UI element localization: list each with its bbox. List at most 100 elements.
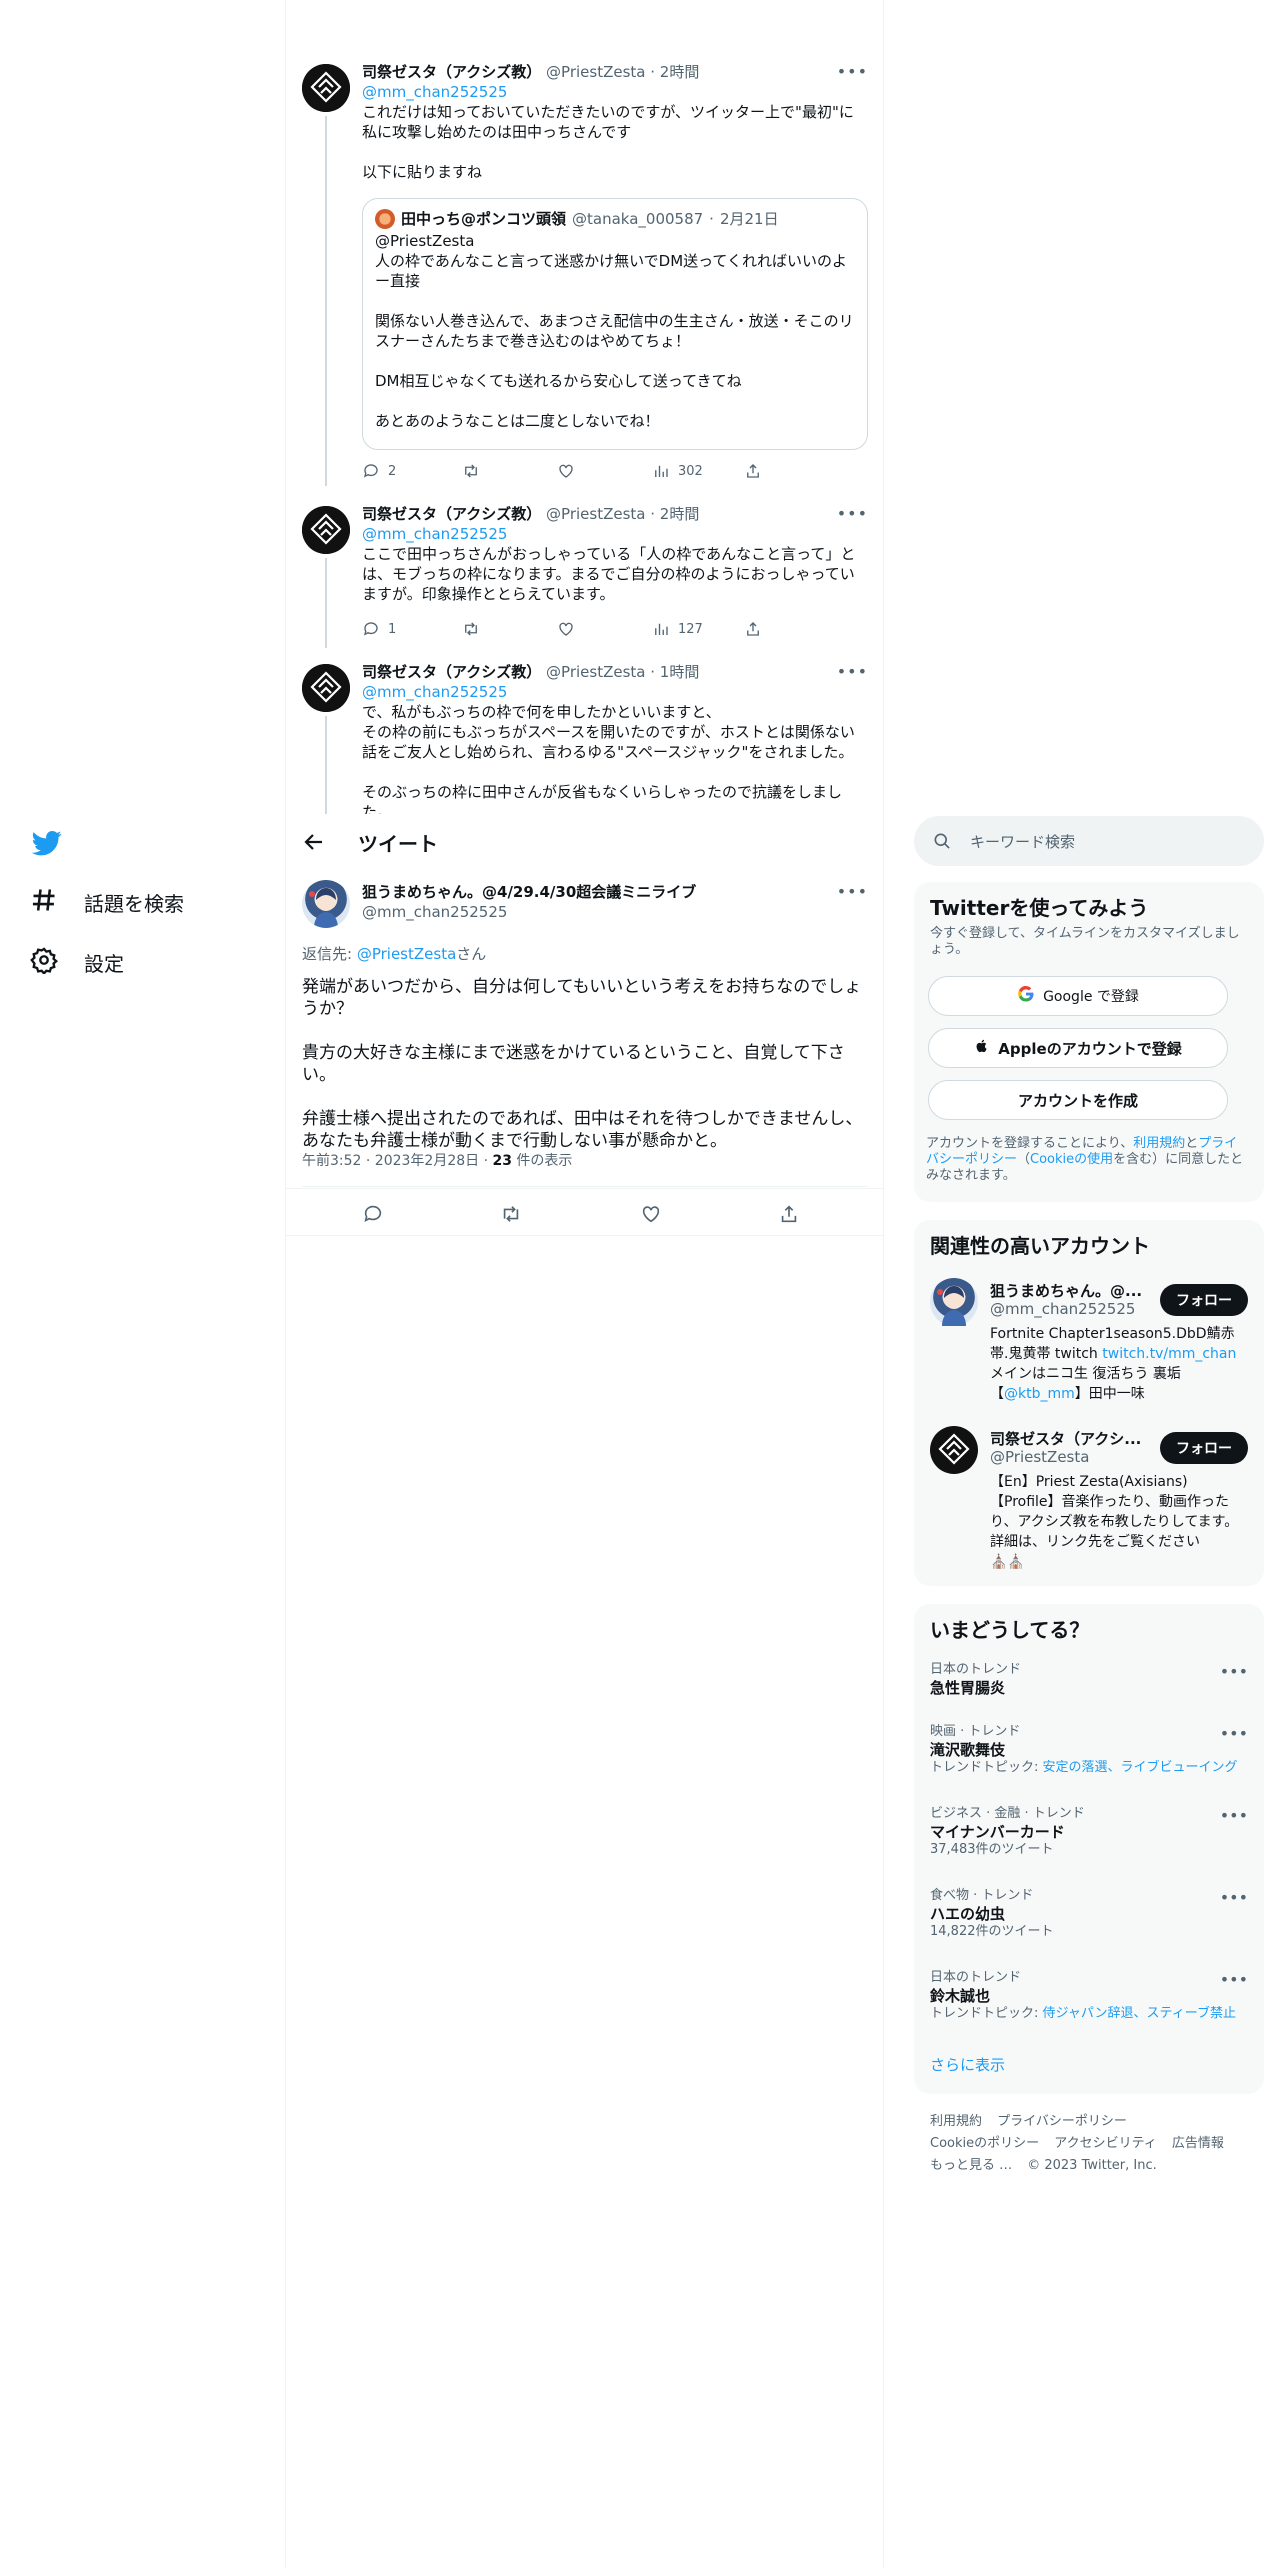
footer-privacy[interactable]: プライバシーポリシー: [997, 2114, 1127, 2129]
trend-name: 滝沢歌舞伎: [930, 1741, 1006, 1759]
more-icon[interactable]: •••: [1220, 1970, 1248, 1989]
reply-to-handle[interactable]: @mm_chan252525: [362, 82, 868, 102]
terms-link[interactable]: 利用規約: [1133, 1136, 1185, 1151]
tweet-time[interactable]: 2時間: [660, 505, 700, 523]
trend-name: マイナンバーカード: [930, 1823, 1065, 1841]
author-handle[interactable]: @PriestZesta: [546, 63, 645, 81]
footer-more[interactable]: もっと見る …: [930, 2158, 1012, 2173]
cookie-link[interactable]: Cookieの使用: [1030, 1152, 1113, 1167]
avatar[interactable]: [930, 1426, 978, 1474]
author-name[interactable]: 司祭ゼスタ（アクシズ教）: [362, 63, 541, 81]
focus-tweet: 狙うまめちゃん。@4/29.4/30超会議ミニライブ @mm_chan25252…: [286, 876, 883, 1236]
more-icon[interactable]: •••: [1220, 1806, 1248, 1825]
footer-cookie[interactable]: Cookieのポリシー: [930, 2136, 1039, 2151]
author-name[interactable]: 狙うまめちゃん。@4/29.4/30超会議ミニライブ: [362, 883, 696, 901]
retweet-icon: [465, 464, 477, 478]
reply-to-handle[interactable]: @mm_chan252525: [362, 524, 868, 544]
account-handle[interactable]: @PriestZesta: [990, 1448, 1089, 1466]
separator: ·: [645, 505, 660, 523]
retweet-icon[interactable]: [500, 1203, 522, 1225]
back-arrow-icon[interactable]: [302, 830, 326, 854]
nav-settings[interactable]: 設定: [30, 946, 124, 979]
footer-accessibility[interactable]: アクセシビリティ: [1054, 2136, 1157, 2151]
views-count: 302: [678, 463, 703, 479]
follow-button[interactable]: フォロー: [1160, 1432, 1248, 1464]
views-button[interactable]: 127: [652, 620, 703, 638]
trend-name: 鈴木誠也: [930, 1987, 991, 2005]
trend-count: 14,822件のツイート: [930, 1924, 1054, 1939]
avatar[interactable]: [302, 664, 350, 712]
bio-link[interactable]: twitch.tv/mm_chan: [1102, 1346, 1236, 1362]
tweet-time[interactable]: 1時間: [660, 663, 700, 681]
like-button[interactable]: [557, 462, 575, 480]
apple-signup-button[interactable]: Appleのアカウントで登録: [928, 1028, 1228, 1068]
share-icon[interactable]: [778, 1203, 800, 1225]
views-button[interactable]: 302: [652, 462, 703, 480]
relevant-accounts-card: 関連性の高いアカウント 狙うまめちゃん。@... @mm_chan252525 …: [914, 1220, 1264, 1586]
footer-ads[interactable]: 広告情報: [1172, 2136, 1224, 2151]
like-button[interactable]: [557, 620, 575, 638]
focus-tweet-actions: [286, 1188, 883, 1236]
trend-item[interactable]: 日本のトレンド 急性胃腸炎 •••: [930, 1662, 1248, 1698]
more-icon[interactable]: •••: [1220, 1724, 1248, 1743]
more-icon[interactable]: •••: [837, 62, 868, 81]
share-button[interactable]: [744, 620, 762, 638]
twitter-logo-icon[interactable]: [31, 828, 62, 858]
trend-item[interactable]: ビジネス · 金融 · トレンド マイナンバーカード 37,483件のツイート …: [930, 1806, 1248, 1858]
google-signup-button[interactable]: Google で登録: [928, 976, 1228, 1016]
reply-button[interactable]: 1: [362, 620, 396, 638]
more-icon[interactable]: •••: [837, 882, 868, 901]
avatar[interactable]: [930, 1278, 978, 1326]
trend-item[interactable]: 食べ物 · トレンド ハエの幼虫 14,822件のツイート •••: [930, 1888, 1248, 1940]
tweet-time[interactable]: 2時間: [660, 63, 700, 81]
more-icon[interactable]: •••: [1220, 1888, 1248, 1907]
heart-icon[interactable]: [640, 1203, 662, 1225]
reply-button[interactable]: 2: [362, 462, 396, 480]
avatar[interactable]: [302, 64, 350, 112]
author-handle[interactable]: @mm_chan252525: [362, 902, 868, 922]
reply-count: 2: [388, 463, 397, 479]
thread-tweet[interactable]: 司祭ゼスタ（アクシズ教） @PriestZesta · 2時間 @mm_chan…: [286, 60, 883, 490]
bio-text: 【En】Priest Zesta(Axisians) 【Profile】音楽作っ…: [990, 1474, 1239, 1550]
thread-connector: [325, 716, 327, 814]
reply-to-handle[interactable]: @PriestZesta: [357, 945, 456, 963]
trend-topics-prefix: トレンドトピック:: [930, 2006, 1043, 2021]
author-handle[interactable]: @PriestZesta: [546, 505, 645, 523]
tweet-timestamp[interactable]: 午前3:52 · 2023年2月28日 ·: [302, 1153, 493, 1169]
avatar[interactable]: [302, 506, 350, 554]
tweet-header: 司祭ゼスタ（アクシズ教） @PriestZesta · 1時間: [362, 662, 868, 682]
create-account-button[interactable]: アカウントを作成: [928, 1080, 1228, 1120]
show-more-link[interactable]: さらに表示: [930, 2054, 1005, 2075]
author-handle[interactable]: @PriestZesta: [546, 663, 645, 681]
signup-desc: 今すぐ登録して、タイムラインをカスタマイズしましょう。: [930, 926, 1240, 957]
avatar[interactable]: [302, 880, 350, 928]
thread-tweet[interactable]: 司祭ゼスタ（アクシズ教） @PriestZesta · 1時間 @mm_chan…: [286, 660, 883, 814]
account-name[interactable]: 狙うまめちゃん。@...: [990, 1280, 1150, 1301]
more-icon[interactable]: •••: [837, 662, 868, 681]
retweet-icon: [465, 622, 477, 636]
retweet-button[interactable]: [462, 620, 480, 638]
bio-mention[interactable]: @ktb_mm: [1004, 1386, 1075, 1402]
trend-item[interactable]: 日本のトレンド 鈴木誠也 トレンドトピック: 侍ジャパン辞退、スティーブ禁止 •…: [930, 1970, 1248, 2022]
trend-item[interactable]: 映画 · トレンド 滝沢歌舞伎 トレンドトピック: 安定の落選、ライブビューイン…: [930, 1724, 1248, 1776]
thread-tweet[interactable]: 司祭ゼスタ（アクシズ教） @PriestZesta · 2時間 @mm_chan…: [286, 502, 883, 650]
account-name[interactable]: 司祭ゼスタ（アクシ...: [990, 1428, 1150, 1449]
search-bar[interactable]: キーワード検索: [914, 816, 1264, 866]
reply-icon[interactable]: [362, 1203, 384, 1225]
trend-topics-link[interactable]: 侍ジャパン辞退、スティーブ禁止: [1043, 2006, 1236, 2021]
share-button[interactable]: [744, 462, 762, 480]
share-icon: [747, 464, 759, 478]
account-handle[interactable]: @mm_chan252525: [990, 1300, 1135, 1318]
author-name[interactable]: 司祭ゼスタ（アクシズ教）: [362, 663, 541, 681]
follow-button[interactable]: フォロー: [1160, 1284, 1248, 1316]
trend-topics-link[interactable]: 安定の落選、ライブビューイング: [1043, 1760, 1238, 1775]
footer-terms[interactable]: 利用規約: [930, 2114, 982, 2129]
retweet-button[interactable]: [462, 462, 480, 480]
author-name[interactable]: 司祭ゼスタ（アクシズ教）: [362, 505, 541, 523]
reply-to-handle[interactable]: @mm_chan252525: [362, 682, 868, 702]
more-icon[interactable]: •••: [837, 504, 868, 523]
nav-explore[interactable]: 話題を検索: [30, 886, 184, 919]
more-icon[interactable]: •••: [1220, 1662, 1248, 1681]
quote-tweet[interactable]: 田中っち@ポンコツ頭領 @tanaka_000587 · 2月21日 @Prie…: [362, 198, 868, 450]
google-signup-label: Google で登録: [1043, 989, 1139, 1005]
